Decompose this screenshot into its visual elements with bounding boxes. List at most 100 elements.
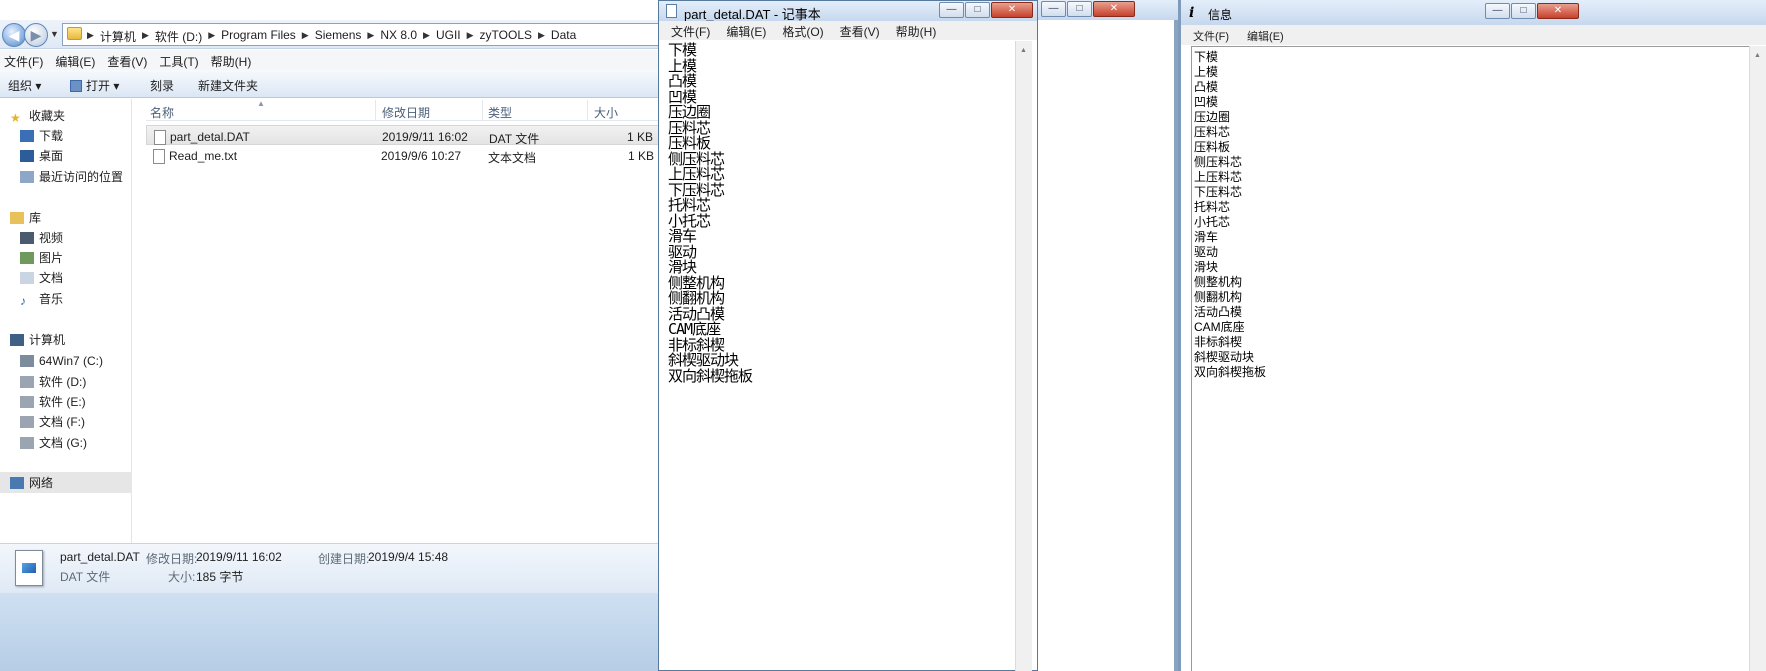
open-button[interactable]: 打开 ▾: [70, 77, 119, 94]
menu-file[interactable]: 文件(F): [1181, 25, 1235, 45]
notepad-titlebar[interactable]: part_detal.DAT - 记事本 — □ ✕: [659, 1, 1037, 22]
window-controls: — □ ✕: [939, 2, 1033, 18]
breadcrumb-item[interactable]: Siemens: [315, 28, 362, 45]
vertical-scrollbar[interactable]: ▲: [1015, 41, 1032, 671]
file-modified: 2019/9/11 16:02: [382, 130, 468, 144]
column-header-size[interactable]: 大小: [594, 104, 618, 121]
menu-help[interactable]: 帮助(H): [884, 21, 941, 40]
maximize-button[interactable]: □: [1511, 3, 1536, 19]
breadcrumb-separator-icon[interactable]: ▶: [142, 28, 149, 45]
breadcrumb-item[interactable]: Program Files: [221, 28, 296, 45]
menu-edit[interactable]: 编辑(E): [714, 21, 770, 40]
close-button[interactable]: ✕: [1093, 1, 1135, 17]
breadcrumb-item[interactable]: Data: [551, 28, 576, 45]
text-line: 压边圈: [1194, 110, 1231, 124]
file-row[interactable]: Read_me.txt 2019/9/6 10:27 文本文档 1 KB: [146, 145, 660, 165]
breadcrumb-separator-icon[interactable]: ▶: [367, 28, 374, 45]
nav-drive-e[interactable]: 软件 (E:): [20, 392, 86, 412]
menu-view[interactable]: 查看(V): [828, 21, 884, 40]
breadcrumb-separator-icon[interactable]: ▶: [302, 28, 309, 45]
breadcrumb-item[interactable]: 软件 (D:): [155, 28, 202, 45]
minimize-button[interactable]: —: [1041, 1, 1066, 17]
recent-pages-dropdown[interactable]: ▼: [50, 29, 59, 39]
back-button[interactable]: ◀: [2, 23, 26, 47]
breadcrumb-separator-icon[interactable]: ▶: [208, 28, 215, 45]
menu-format[interactable]: 格式(O): [770, 21, 827, 40]
nav-item-videos[interactable]: 视频: [20, 228, 63, 248]
column-header-name[interactable]: 名称: [150, 104, 174, 121]
nav-item-documents[interactable]: 文档: [20, 268, 63, 288]
nav-item-recent[interactable]: 最近访问的位置: [20, 167, 123, 187]
background-window-titlebar[interactable]: — □ ✕: [1038, 0, 1178, 20]
nav-item-label: 文档: [39, 271, 64, 285]
breadcrumb-separator-icon[interactable]: ▶: [538, 28, 545, 45]
close-button[interactable]: ✕: [1537, 3, 1579, 19]
close-button[interactable]: ✕: [991, 2, 1033, 18]
breadcrumb-item[interactable]: 计算机: [100, 28, 136, 45]
folder-icon: [67, 27, 82, 40]
menu-file[interactable]: 文件(F): [0, 50, 51, 70]
nav-item-music[interactable]: ♪ 音乐: [20, 289, 63, 309]
maximize-button[interactable]: □: [1067, 1, 1092, 17]
organize-button[interactable]: 组织 ▾: [8, 77, 41, 94]
open-label: 打开 ▾: [86, 79, 120, 93]
notepad-icon: [666, 4, 677, 18]
column-divider[interactable]: [482, 100, 483, 120]
nav-drive-g[interactable]: 文档 (G:): [20, 433, 87, 453]
nav-item-desktop[interactable]: 桌面: [20, 146, 63, 166]
info-text-area[interactable]: 下模 上模 凸模 凹模 压边圈 压料芯 压料板 侧压料芯 上压料芯 下压料芯 托…: [1194, 50, 1544, 380]
navigation-pane: ★ 收藏夹 下载 桌面 最近访问的位置 库 视频 图片 文档 ♪ 音乐 计算机 64…: [0, 99, 132, 607]
minimize-button[interactable]: —: [1485, 3, 1510, 19]
nav-drive-c[interactable]: 64Win7 (C:): [20, 351, 103, 371]
column-divider[interactable]: [375, 100, 376, 120]
nav-drive-d[interactable]: 软件 (D:): [20, 372, 86, 392]
text-line: 滑车: [1194, 230, 1219, 244]
menu-edit[interactable]: 编辑(E): [51, 50, 103, 70]
minimize-button[interactable]: —: [939, 2, 964, 18]
nav-computer[interactable]: 计算机: [10, 330, 65, 350]
breadcrumb-item[interactable]: NX 8.0: [380, 28, 417, 45]
text-line: 活动凸模: [1194, 305, 1243, 319]
breadcrumb-separator-icon[interactable]: ▶: [423, 28, 430, 45]
text-line: 斜楔驱动块: [1194, 350, 1255, 364]
breadcrumb-separator-icon: ▶: [87, 30, 94, 40]
notepad-text-area[interactable]: 下模 上模 凸模 凹模 压边圈 压料芯 压料板 侧压料芯 上压料芯 下压料芯 托…: [668, 42, 1013, 668]
maximize-button[interactable]: □: [965, 2, 990, 18]
nav-favorites[interactable]: ★ 收藏夹: [10, 106, 65, 126]
details-modified-value: 2019/9/11 16:02: [196, 550, 282, 564]
forward-button[interactable]: ▶: [24, 23, 48, 47]
text-line: 小托芯: [668, 211, 711, 230]
nav-drive-f[interactable]: 文档 (F:): [20, 412, 85, 432]
file-row[interactable]: part_detal.DAT 2019/9/11 16:02 DAT 文件 1 …: [146, 125, 660, 146]
column-header-modified[interactable]: 修改日期: [382, 104, 430, 121]
column-header-type[interactable]: 类型: [488, 104, 512, 121]
nav-item-downloads[interactable]: 下载: [20, 126, 63, 146]
nav-libraries-label: 库: [29, 211, 42, 225]
menu-view[interactable]: 查看(V): [103, 50, 155, 70]
breadcrumb-item[interactable]: zyTOOLS: [480, 28, 532, 45]
nav-libraries[interactable]: 库: [10, 208, 41, 228]
nav-item-pictures[interactable]: 图片: [20, 248, 63, 268]
scroll-up-icon[interactable]: ▲: [1020, 47, 1027, 54]
text-line: 滑车: [668, 227, 697, 245]
nav-network[interactable]: 网络: [10, 473, 53, 493]
text-line: 托料芯: [1194, 200, 1231, 214]
menu-file[interactable]: 文件(F): [659, 21, 714, 40]
burn-button[interactable]: 刻录: [150, 77, 174, 94]
details-created-label: 创建日期:: [318, 552, 370, 566]
scroll-up-icon[interactable]: ▲: [1754, 52, 1761, 59]
column-divider[interactable]: [587, 100, 588, 120]
breadcrumb-separator-icon[interactable]: ▶: [467, 28, 474, 45]
network-icon: [10, 477, 24, 489]
breadcrumb-item[interactable]: UGII: [436, 28, 461, 45]
info-titlebar[interactable]: i 信息 — □ ✕: [1181, 0, 1766, 25]
new-folder-button[interactable]: 新建文件夹: [198, 77, 258, 94]
nav-item-label: 桌面: [39, 149, 64, 163]
file-icon: [154, 130, 166, 145]
menu-edit[interactable]: 编辑(E): [1235, 25, 1290, 45]
vertical-scrollbar[interactable]: ▲: [1749, 46, 1766, 671]
details-filename: part_detal.DAT: [60, 550, 140, 564]
menu-tools[interactable]: 工具(T): [155, 50, 206, 70]
menu-help[interactable]: 帮助(H): [207, 50, 260, 70]
download-icon: [20, 130, 34, 142]
